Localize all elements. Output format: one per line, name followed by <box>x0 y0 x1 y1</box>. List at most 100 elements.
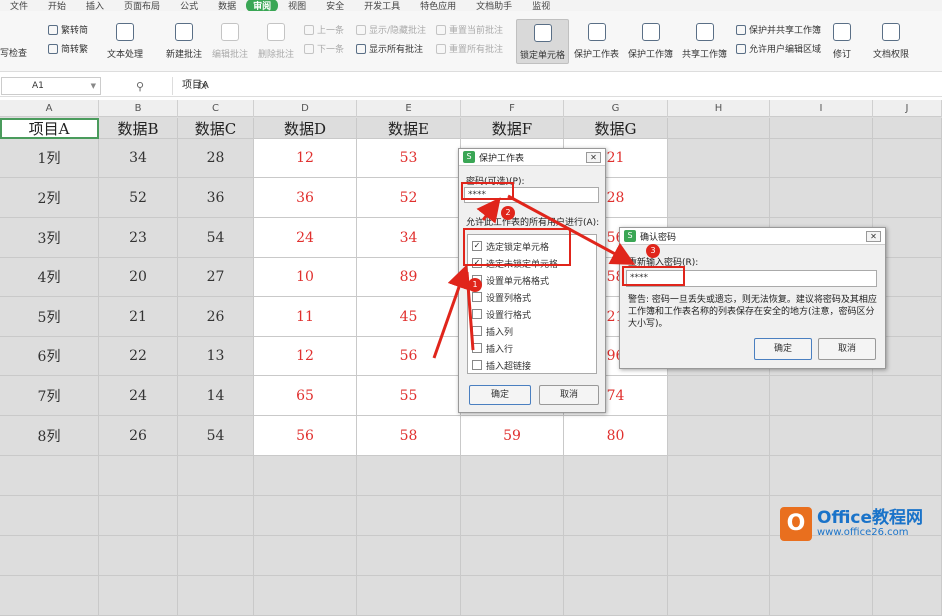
text-process-button[interactable]: 文本处理 <box>107 23 143 60</box>
empty-cell[interactable] <box>564 576 668 616</box>
empty-cell[interactable] <box>254 536 357 576</box>
locked-cell[interactable]: 1列 <box>0 139 99 178</box>
show-hide-comment-button[interactable]: 显示/隐藏批注 <box>356 23 426 36</box>
unlocked-cell[interactable]: 56 <box>357 337 461 376</box>
header-cell[interactable]: 数据C <box>178 118 254 139</box>
column-header-H[interactable]: H <box>668 100 770 117</box>
new-comment-button[interactable]: 新建批注 <box>166 23 202 60</box>
empty-cell[interactable] <box>357 456 461 496</box>
empty-cell[interactable] <box>770 536 873 576</box>
permission-item[interactable]: 设置列格式 <box>472 290 531 304</box>
column-header-G[interactable]: G <box>564 100 668 117</box>
permission-item[interactable]: 插入超链接 <box>472 358 531 372</box>
empty-cell[interactable] <box>99 496 178 536</box>
simp-to-trad-button[interactable]: 简转繁 <box>48 42 88 55</box>
locked-cell[interactable]: 34 <box>99 139 178 178</box>
revise-button[interactable]: 修订 <box>833 23 851 60</box>
empty-cell[interactable] <box>873 118 942 139</box>
column-header-D[interactable]: D <box>254 100 357 117</box>
unlocked-cell[interactable]: 34 <box>357 218 461 258</box>
empty-cell[interactable] <box>564 496 668 536</box>
delete-comment-button[interactable]: 删除批注 <box>258 23 294 60</box>
checkbox[interactable] <box>472 343 482 353</box>
formula-input[interactable]: 项目A <box>172 77 942 95</box>
locked-cell[interactable]: 4列 <box>0 258 99 297</box>
doc-permission-button[interactable]: 文档权限 <box>873 23 909 60</box>
header-cell[interactable]: 项目A <box>0 118 99 139</box>
close-icon[interactable]: ✕ <box>586 152 601 163</box>
locked-cell[interactable]: 14 <box>178 376 254 416</box>
unlocked-cell[interactable]: 52 <box>357 178 461 218</box>
column-header-C[interactable]: C <box>178 100 254 117</box>
empty-cell[interactable] <box>770 139 873 178</box>
empty-cell[interactable] <box>668 416 770 456</box>
empty-cell[interactable] <box>99 576 178 616</box>
header-cell[interactable]: 数据G <box>564 118 668 139</box>
protect-share-button[interactable]: 保护并共享工作簿 <box>736 23 821 36</box>
unlocked-cell[interactable]: 89 <box>357 258 461 297</box>
empty-cell[interactable] <box>178 496 254 536</box>
empty-cell[interactable] <box>0 496 99 536</box>
unlocked-cell[interactable]: 12 <box>254 139 357 178</box>
edit-comment-button[interactable]: 编辑批注 <box>212 23 248 60</box>
empty-cell[interactable] <box>873 576 942 616</box>
empty-cell[interactable] <box>0 456 99 496</box>
unlocked-cell[interactable]: 53 <box>357 139 461 178</box>
empty-cell[interactable] <box>668 139 770 178</box>
checkbox[interactable] <box>472 309 482 319</box>
next-comment-button[interactable]: 下一条 <box>304 42 344 55</box>
empty-cell[interactable] <box>770 456 873 496</box>
locked-cell[interactable]: 54 <box>178 416 254 456</box>
locked-cell[interactable]: 5列 <box>0 297 99 337</box>
empty-cell[interactable] <box>357 576 461 616</box>
empty-cell[interactable] <box>357 536 461 576</box>
locked-cell[interactable]: 28 <box>178 139 254 178</box>
empty-cell[interactable] <box>461 536 564 576</box>
checkbox[interactable] <box>472 292 482 302</box>
empty-cell[interactable] <box>770 118 873 139</box>
empty-cell[interactable] <box>873 536 942 576</box>
column-header-I[interactable]: I <box>770 100 873 117</box>
empty-cell[interactable] <box>99 536 178 576</box>
locked-cell[interactable]: 20 <box>99 258 178 297</box>
unlocked-cell[interactable]: 58 <box>357 416 461 456</box>
header-cell[interactable]: 数据D <box>254 118 357 139</box>
column-header-J[interactable]: J <box>873 100 942 117</box>
empty-cell[interactable] <box>873 178 942 218</box>
unlocked-cell[interactable]: 24 <box>254 218 357 258</box>
chevron-down-icon[interactable]: ▼ <box>91 78 96 94</box>
empty-cell[interactable] <box>178 576 254 616</box>
lock-cells-button[interactable]: 锁定单元格 <box>516 19 570 64</box>
ok-button[interactable]: 确定 <box>469 385 531 405</box>
empty-cell[interactable] <box>873 456 942 496</box>
header-cell[interactable]: 数据E <box>357 118 461 139</box>
scrollbar[interactable] <box>596 235 597 373</box>
empty-cell[interactable] <box>99 456 178 496</box>
prev-comment-button[interactable]: 上一条 <box>304 23 344 36</box>
checkbox[interactable] <box>472 360 482 370</box>
permission-item[interactable]: 设置单元格格式 <box>472 273 549 287</box>
empty-cell[interactable] <box>668 496 770 536</box>
empty-cell[interactable] <box>178 456 254 496</box>
zoom-icon[interactable]: ⚲ <box>136 80 144 93</box>
share-workbook-button[interactable]: 共享工作簿 <box>682 23 727 60</box>
empty-cell[interactable] <box>254 496 357 536</box>
unlocked-cell[interactable]: 45 <box>357 297 461 337</box>
name-box[interactable]: A1 ▼ <box>1 76 101 95</box>
column-header-B[interactable]: B <box>99 100 178 117</box>
empty-cell[interactable] <box>873 376 942 416</box>
unlocked-cell[interactable]: 36 <box>254 178 357 218</box>
unlocked-cell[interactable]: 11 <box>254 297 357 337</box>
locked-cell[interactable]: 8列 <box>0 416 99 456</box>
empty-cell[interactable] <box>564 536 668 576</box>
empty-cell[interactable] <box>770 576 873 616</box>
locked-cell[interactable]: 36 <box>178 178 254 218</box>
unlocked-cell[interactable]: 65 <box>254 376 357 416</box>
locked-cell[interactable]: 22 <box>99 337 178 376</box>
unlocked-cell[interactable]: 10 <box>254 258 357 297</box>
empty-cell[interactable] <box>770 178 873 218</box>
permission-item[interactable]: 插入行 <box>472 341 513 355</box>
empty-cell[interactable] <box>357 496 461 536</box>
unlocked-cell[interactable]: 55 <box>357 376 461 416</box>
locked-cell[interactable]: 26 <box>99 416 178 456</box>
